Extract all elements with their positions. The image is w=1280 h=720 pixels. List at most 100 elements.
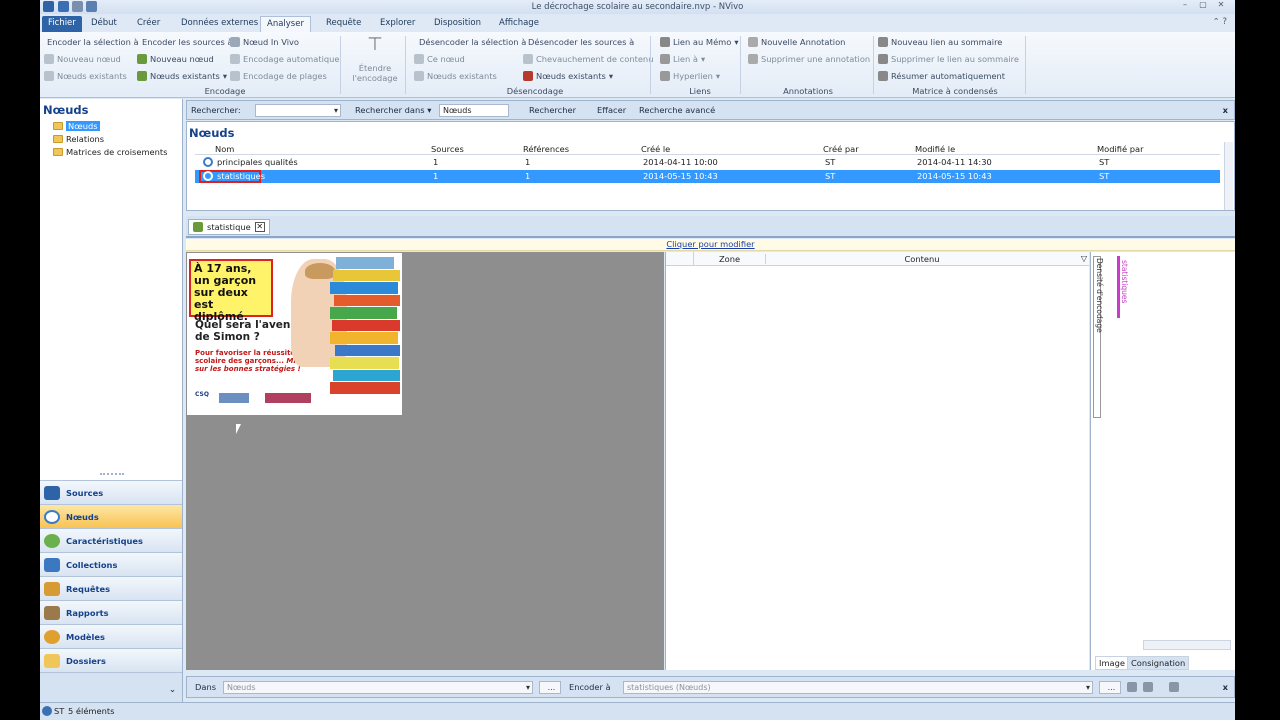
auto-summarize-button[interactable]: Résumer automatiquement	[878, 71, 1005, 81]
maximize-button[interactable]: ▢	[1195, 0, 1211, 11]
nav-overflow[interactable]: ⌄	[40, 672, 182, 704]
search-input[interactable]: ▾	[255, 104, 341, 117]
tab-explorer[interactable]: Explorer	[374, 16, 421, 32]
extend-encoding-button[interactable]: ⊤ Étendre l'encodage	[350, 35, 400, 84]
close-coding-bar-button[interactable]: x	[1223, 682, 1228, 692]
nvivo-window: Le décrochage scolaire au secondaire.nvp…	[40, 0, 1235, 720]
unencode-existing-nodes-1[interactable]: Nœuds existants	[414, 71, 497, 81]
encode-to-label: Encoder à	[569, 682, 611, 692]
delete-annotation-button[interactable]: Supprimer une annotation	[748, 54, 870, 64]
col-header-references[interactable]: Références	[523, 144, 569, 154]
existing-nodes-button-1[interactable]: Nœuds existants	[44, 71, 127, 81]
unencode-existing-nodes-2[interactable]: Nœuds existants ▾	[523, 71, 613, 81]
minimize-button[interactable]: –	[1177, 0, 1193, 11]
new-summary-link-button[interactable]: Nouveau lien au sommaire	[878, 37, 1002, 47]
table-row-selected[interactable]: statistiques 1 1 2014-05-15 10:43 ST 201…	[195, 170, 1220, 183]
range-encode-button[interactable]: Encodage de plages	[230, 71, 327, 81]
group-label-desencodage: Désencodage	[506, 86, 564, 96]
close-button[interactable]: ✕	[1213, 0, 1229, 11]
tab-consignation[interactable]: Consignation	[1127, 656, 1190, 670]
uncode-icon[interactable]	[1143, 682, 1153, 692]
table-row[interactable]: principales qualités 1 1 2014-04-11 10:0…	[195, 156, 1220, 169]
tab-debut[interactable]: Début	[85, 16, 123, 32]
summarize-icon	[878, 71, 888, 81]
unencode-selection-button[interactable]: Désencoder la sélection à	[419, 37, 526, 47]
horizontal-scrollbar[interactable]	[1143, 640, 1231, 650]
models-icon	[44, 629, 60, 644]
close-tab-icon[interactable]: ✕	[254, 222, 265, 232]
encode-sources-button[interactable]: Encoder les sources à	[142, 37, 233, 47]
link-to-button[interactable]: Lien à ▾	[660, 54, 705, 64]
click-to-edit-bar[interactable]: Cliquer pour modifier	[186, 239, 1235, 251]
tab-fichier[interactable]: Fichier	[42, 16, 82, 32]
filter-icon[interactable]: ▽	[1081, 254, 1087, 263]
search-in-button[interactable]: Rechercher dans ▾	[355, 105, 431, 115]
code-icon[interactable]	[1127, 682, 1137, 692]
options-icon[interactable]	[1169, 682, 1179, 692]
col-header-zone[interactable]: Zone	[694, 254, 766, 264]
col-header-sources[interactable]: Sources	[431, 144, 464, 154]
close-find-button[interactable]: x	[1223, 105, 1228, 115]
col-header-cree-le[interactable]: Créé le	[641, 144, 670, 154]
auto-encode-button[interactable]: Encodage automatique	[230, 54, 340, 64]
unencode-sources-button[interactable]: Désencoder les sources à	[528, 37, 634, 47]
existing-nodes-button-2[interactable]: Nœuds existants ▾	[137, 71, 227, 81]
encode-to-field[interactable]: statistiques (Nœuds) ▾	[623, 681, 1093, 694]
search-button[interactable]: Rechercher	[529, 105, 576, 115]
nav-noeuds[interactable]: Nœuds	[40, 504, 182, 528]
tab-donnees-externes[interactable]: Données externes	[175, 16, 264, 32]
delete-summary-link-button[interactable]: Supprimer le lien au sommaire	[878, 54, 1019, 64]
tab-creer[interactable]: Créer	[131, 16, 166, 32]
nav-rapports[interactable]: Rapports	[40, 600, 182, 624]
advanced-search-button[interactable]: Recherche avancé	[639, 105, 715, 115]
hyperlink-button[interactable]: Hyperlien ▾	[660, 71, 720, 81]
help-icon[interactable]: ⌃ ?	[1213, 17, 1227, 27]
col-header-modifie-le[interactable]: Modifié le	[915, 144, 955, 154]
in-select[interactable]: Nœuds ▾	[223, 681, 533, 694]
new-node-button-2[interactable]: Nouveau nœud	[137, 54, 214, 64]
poster-image: À 17 ans, un garçon sur deux est diplômé…	[187, 253, 402, 415]
new-annotation-button[interactable]: Nouvelle Annotation	[748, 37, 845, 47]
clear-button[interactable]: Effacer	[597, 105, 626, 115]
encode-browse-button[interactable]: ...	[1099, 681, 1121, 694]
queries-icon	[44, 581, 60, 596]
this-node-button[interactable]: Ce nœud	[414, 54, 465, 64]
folder-icon	[53, 148, 63, 156]
memo-link-button[interactable]: Lien au Mémo ▾	[660, 37, 739, 47]
nav-requetes[interactable]: Requêtes	[40, 576, 182, 600]
tree-item-noeuds[interactable]: Nœuds	[53, 121, 100, 131]
col-header-modifie-par[interactable]: Modifié par	[1097, 144, 1144, 154]
tab-disposition[interactable]: Disposition	[428, 16, 487, 32]
invivo-node-button[interactable]: Nœud In Vivo	[230, 37, 299, 47]
encode-selection-button[interactable]: Encoder la sélection à	[47, 37, 139, 47]
group-label-annotations: Annotations	[783, 86, 833, 96]
col-header-cree-par[interactable]: Créé par	[823, 144, 859, 154]
document-tab[interactable]: statistique ✕	[188, 219, 270, 235]
folder-icon	[53, 135, 63, 143]
tree-item-matrices[interactable]: Matrices de croisements	[53, 147, 167, 157]
in-browse-button[interactable]: ...	[539, 681, 561, 694]
coding-stripe-label[interactable]: statistiques	[1120, 260, 1129, 303]
tab-requete[interactable]: Requête	[320, 16, 367, 32]
nav-sources[interactable]: Sources	[40, 480, 182, 504]
content-overlap-button[interactable]: Chevauchement de contenu	[523, 54, 653, 64]
search-in-field[interactable]: Nœuds	[439, 104, 509, 117]
image-viewer[interactable]: À 17 ans, un garçon sur deux est diplômé…	[186, 252, 664, 670]
vertical-scrollbar[interactable]	[1224, 142, 1233, 210]
splitter-grip[interactable]	[100, 473, 124, 475]
new-node-button-1[interactable]: Nouveau nœud	[44, 54, 121, 64]
tab-analyser[interactable]: Analyser	[260, 16, 311, 32]
nav-modeles[interactable]: Modèles	[40, 624, 182, 648]
nav-dossiers[interactable]: Dossiers	[40, 648, 182, 672]
col-header-contenu[interactable]: Contenu	[766, 254, 1078, 264]
nav-collections[interactable]: Collections	[40, 552, 182, 576]
col-header-nom[interactable]: Nom	[215, 144, 234, 154]
nav-caracteristiques[interactable]: Caractéristiques	[40, 528, 182, 552]
node-icon	[414, 71, 424, 81]
mouse-cursor-icon	[236, 424, 241, 434]
folders-icon	[44, 653, 60, 668]
tab-image[interactable]: Image	[1095, 656, 1129, 670]
node-list-view: Nœuds Nom Sources Références Créé le Cré…	[186, 121, 1235, 211]
tab-affichage[interactable]: Affichage	[493, 16, 545, 32]
tree-item-relations[interactable]: Relations	[53, 134, 104, 144]
